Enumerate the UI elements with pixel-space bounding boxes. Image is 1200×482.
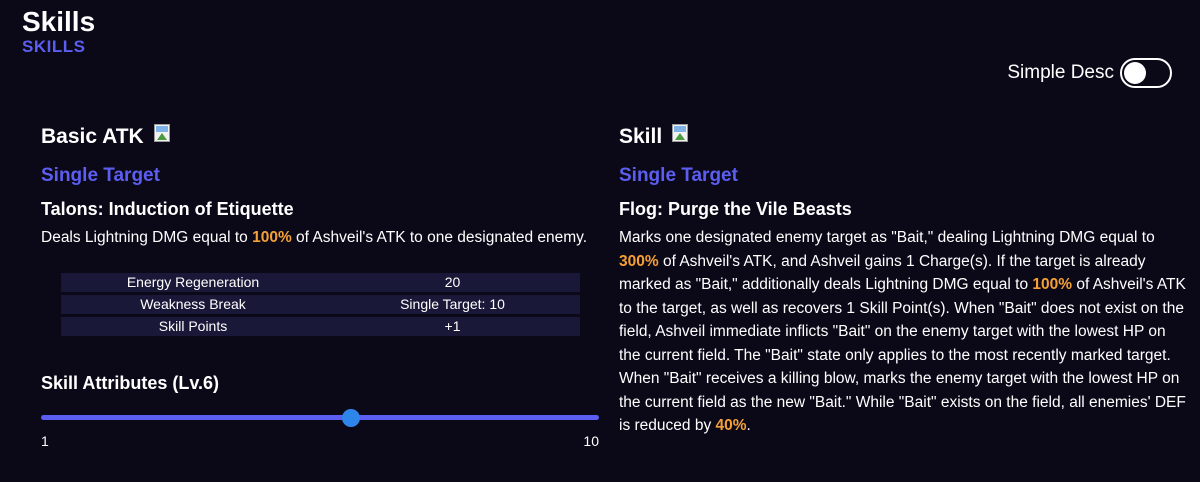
slider-thumb[interactable]: [342, 408, 360, 427]
page-header: Skills SKILLS: [22, 6, 95, 56]
basic-atk-title: Basic ATK: [41, 125, 144, 148]
skill-section: Skill Single Target Flog: Purge the Vile…: [619, 120, 1189, 438]
stat-value: 20: [325, 272, 580, 292]
simple-desc-toggle-group: Simple Desc: [1007, 58, 1172, 88]
skill-description: Marks one designated enemy target as "Ba…: [619, 229, 1186, 434]
stat-key: Weakness Break: [61, 294, 325, 314]
basic-atk-target: Single Target: [41, 165, 160, 186]
slider-track[interactable]: [41, 414, 599, 420]
table-row: Skill Points +1: [61, 316, 580, 336]
stat-value: Single Target: 10: [325, 294, 580, 314]
skill-name: Flog: Purge the Vile Beasts: [619, 199, 852, 219]
broken-image-icon: [153, 124, 174, 144]
table-row: Energy Regeneration 20: [61, 272, 580, 292]
stat-key: Energy Regeneration: [61, 272, 325, 292]
skill-title: Skill: [619, 125, 663, 148]
stat-key: Skill Points: [61, 316, 325, 336]
skill-attributes-title: Skill Attributes (Lv.6): [41, 372, 220, 393]
slider-max-label: 10: [583, 432, 599, 449]
basic-atk-description: Deals Lightning DMG equal to 100% of Ash…: [41, 229, 588, 246]
skill-level-slider[interactable]: [41, 408, 599, 429]
broken-image-icon: [672, 124, 692, 144]
table-row: Weakness Break Single Target: 10: [61, 294, 580, 314]
toggle-knob: [1124, 62, 1146, 84]
page-subtitle: SKILLS: [22, 37, 86, 56]
slider-min-label: 1: [41, 432, 49, 449]
simple-desc-toggle[interactable]: [1120, 58, 1172, 88]
stat-value: +1: [325, 316, 580, 336]
basic-atk-stats-table: Energy Regeneration 20 Weakness Break Si…: [61, 270, 580, 339]
basic-atk-name: Talons: Induction of Etiquette: [41, 199, 294, 219]
basic-atk-section: Basic ATK Single Target Talons: Inductio…: [41, 120, 601, 451]
page-title: Skills: [22, 6, 96, 37]
simple-desc-label: Simple Desc: [1007, 62, 1114, 83]
skill-target: Single Target: [619, 165, 738, 186]
